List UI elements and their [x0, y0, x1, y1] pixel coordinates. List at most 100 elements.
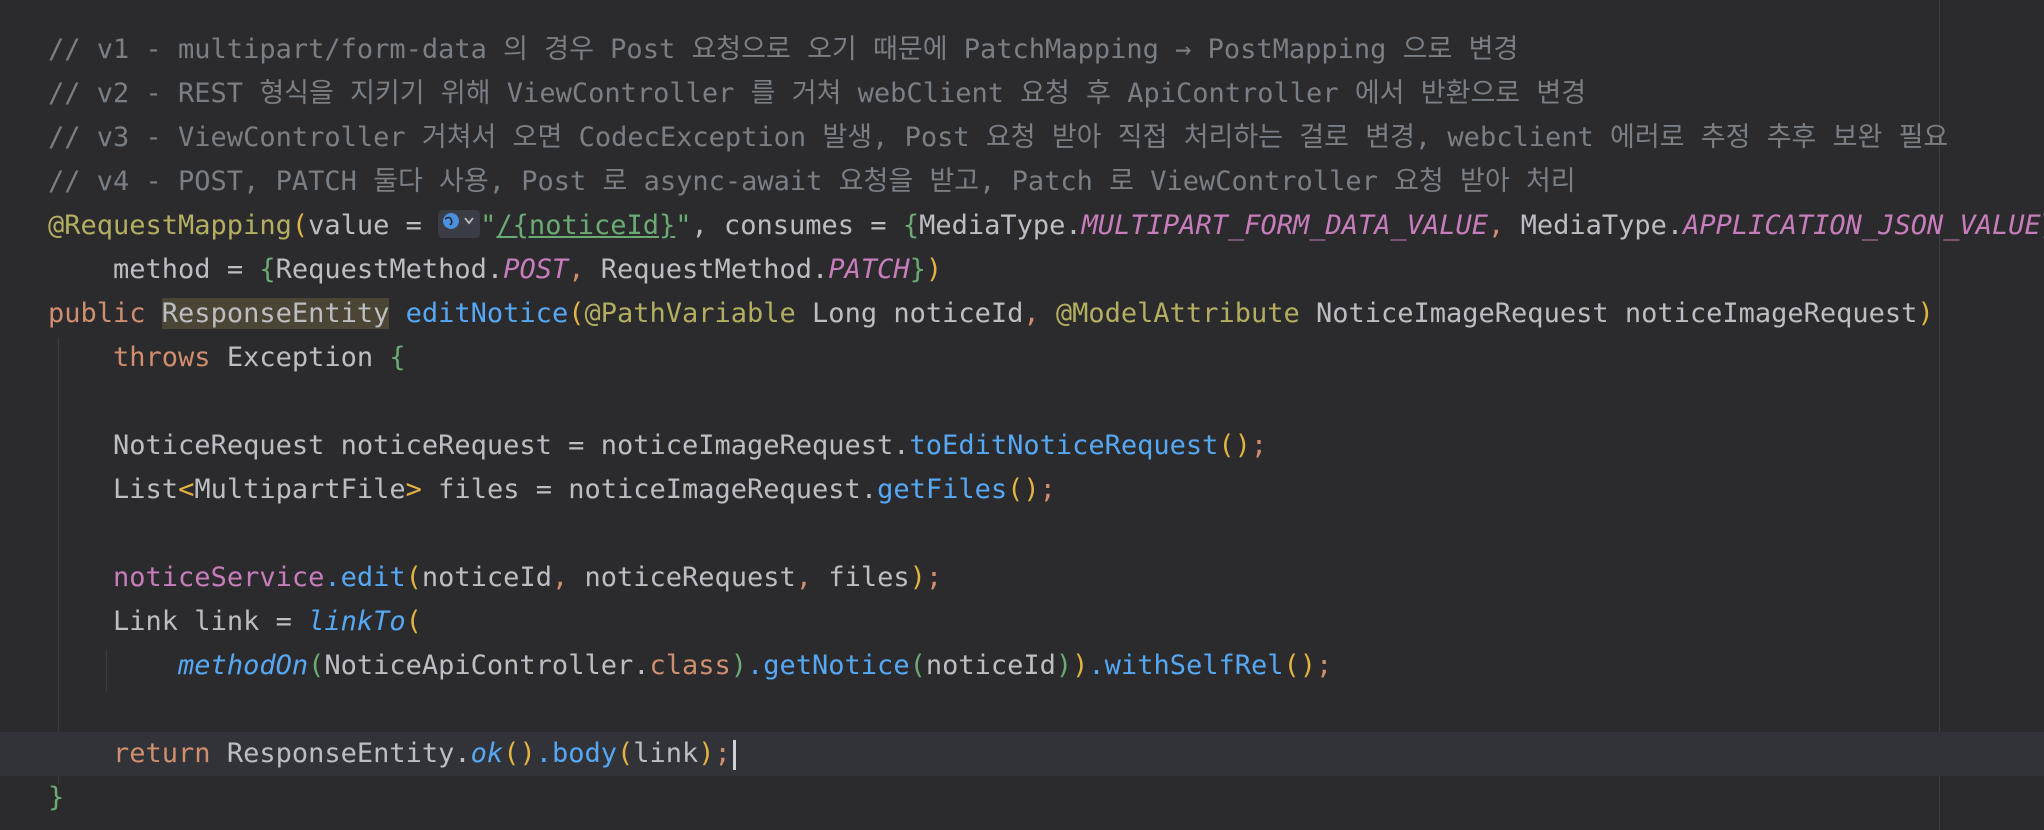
token: MultipartFile [194, 474, 406, 505]
code-line: } [48, 776, 2044, 820]
paren: () [1007, 474, 1040, 505]
brace: } [909, 254, 926, 285]
paren: ( [909, 650, 926, 681]
semicolon: ; [714, 738, 731, 769]
brace: { [259, 254, 276, 285]
brace: } [48, 782, 65, 813]
string-quote: " [675, 210, 692, 241]
brace: { [389, 342, 406, 373]
method-name: editNotice [405, 298, 569, 329]
token: MediaType. [1520, 210, 1684, 241]
code-line: @RequestMapping(value = "/{noticeId}", c… [48, 204, 2044, 248]
current-line[interactable]: return ResponseEntity.ok().body(link); [0, 732, 2044, 776]
constant: APPLICATION_JSON_VALUE [1683, 210, 2041, 241]
annotation: @PathVariable [584, 298, 796, 329]
paren: ( [405, 562, 422, 593]
method-name: getFiles [877, 474, 1008, 505]
paren: () [1283, 650, 1317, 681]
text-caret [732, 739, 736, 770]
token: MediaType. [919, 210, 1082, 241]
code-line: // v1 - multipart/form-data 의 경우 Post 요청… [48, 28, 2044, 72]
code-editor[interactable]: // v1 - multipart/form-data 의 경우 Post 요청… [0, 0, 2044, 830]
string-quote: " [480, 210, 497, 241]
code-line: throws Exception { [48, 336, 2044, 380]
code-line: methodOn(NoticeApiController.class).getN… [48, 644, 2044, 688]
angle: > [405, 474, 422, 505]
comma: , [1488, 210, 1521, 241]
token: RequestMethod. [275, 254, 504, 285]
code-line: Link link = linkTo( [48, 600, 2044, 644]
semicolon: ; [1039, 474, 1056, 505]
token: value = [308, 210, 439, 241]
keyword: public [48, 298, 162, 329]
code-line: // v4 - POST, PATCH 둘다 사용, Post 로 async-… [48, 160, 2044, 204]
method-name: ok [470, 738, 504, 769]
keyword: return [113, 738, 227, 769]
paren: ( [616, 738, 634, 769]
code-line: noticeService.edit(noticeId, noticeReque… [48, 556, 2044, 600]
semicolon: ; [925, 562, 943, 593]
token: link [633, 738, 699, 769]
token: NoticeImageRequest noticeImageRequest [1299, 298, 1918, 329]
constant: PATCH [828, 254, 910, 285]
annotation: @RequestMapping [48, 210, 292, 241]
annotation: @ModelAttribute [1055, 298, 1300, 329]
token: files [812, 562, 910, 593]
comment: // v1 - multipart/form-data 의 경우 Post 요청… [48, 34, 1519, 65]
code-line: public ResponseEntity editNotice(@PathVa… [48, 292, 2044, 336]
paren: ( [405, 606, 422, 637]
comment: // v3 - ViewController 거쳐서 오면 CodecExcep… [48, 122, 1949, 153]
paren: ) [925, 254, 943, 285]
paren: ( [308, 650, 325, 681]
token: ResponseEntity. [226, 738, 471, 769]
keyword: class [649, 650, 731, 681]
token: Link link = [113, 606, 309, 637]
paren: () [1218, 430, 1251, 461]
token: noticeRequest [568, 562, 796, 593]
token: Exception [226, 342, 390, 373]
brace: { [902, 210, 920, 241]
paren: ) [909, 562, 926, 593]
highlighted-type[interactable]: ResponseEntity [161, 298, 390, 329]
token: Long noticeId [795, 298, 1024, 329]
constant: POST [503, 254, 569, 285]
token: , consumes = [691, 210, 903, 241]
comma: , [568, 254, 601, 285]
token: NoticeRequest noticeRequest = noticeImag… [113, 430, 910, 461]
comment: // v2 - REST 형식을 지키기 위해 ViewController 를… [48, 78, 1587, 109]
token: files = noticeImageRequest. [421, 474, 878, 505]
globe-icon[interactable] [438, 209, 481, 238]
method-name: toEditNoticeRequest [909, 430, 1219, 461]
method-name: linkTo [308, 606, 406, 637]
token: method = [113, 254, 260, 285]
semicolon: ; [1316, 650, 1333, 681]
method-name: .getNotice [747, 650, 910, 681]
comment: // v4 - POST, PATCH 둘다 사용, Post 로 async-… [48, 166, 1576, 197]
paren: ) [1055, 650, 1073, 681]
token: List [113, 474, 179, 505]
token: noticeId [421, 562, 552, 593]
url-path[interactable]: /{noticeId} [496, 210, 675, 241]
method-name: .edit [324, 562, 406, 593]
comma: , [551, 562, 569, 593]
paren: ( [291, 210, 309, 241]
paren: () [503, 738, 536, 769]
method-name: .withSelfRel [1088, 650, 1284, 681]
method-name: .body [535, 738, 617, 769]
paren: ) [1072, 650, 1089, 681]
semicolon: ; [1250, 430, 1268, 461]
comma: , [1023, 298, 1056, 329]
code-line: NoticeRequest noticeRequest = noticeImag… [48, 424, 2044, 468]
paren: ) [730, 650, 748, 681]
code-area[interactable]: // v1 - multipart/form-data 의 경우 Post 요청… [0, 28, 2044, 820]
code-line: method = {RequestMethod.POST, RequestMet… [48, 248, 2044, 292]
token: noticeId [925, 650, 1056, 681]
paren: ) [698, 738, 715, 769]
constant: MULTIPART_FORM_DATA_VALUE [1081, 210, 1489, 241]
method-name: methodOn [178, 650, 309, 681]
keyword: throws [113, 342, 227, 373]
comma: , [795, 562, 813, 593]
